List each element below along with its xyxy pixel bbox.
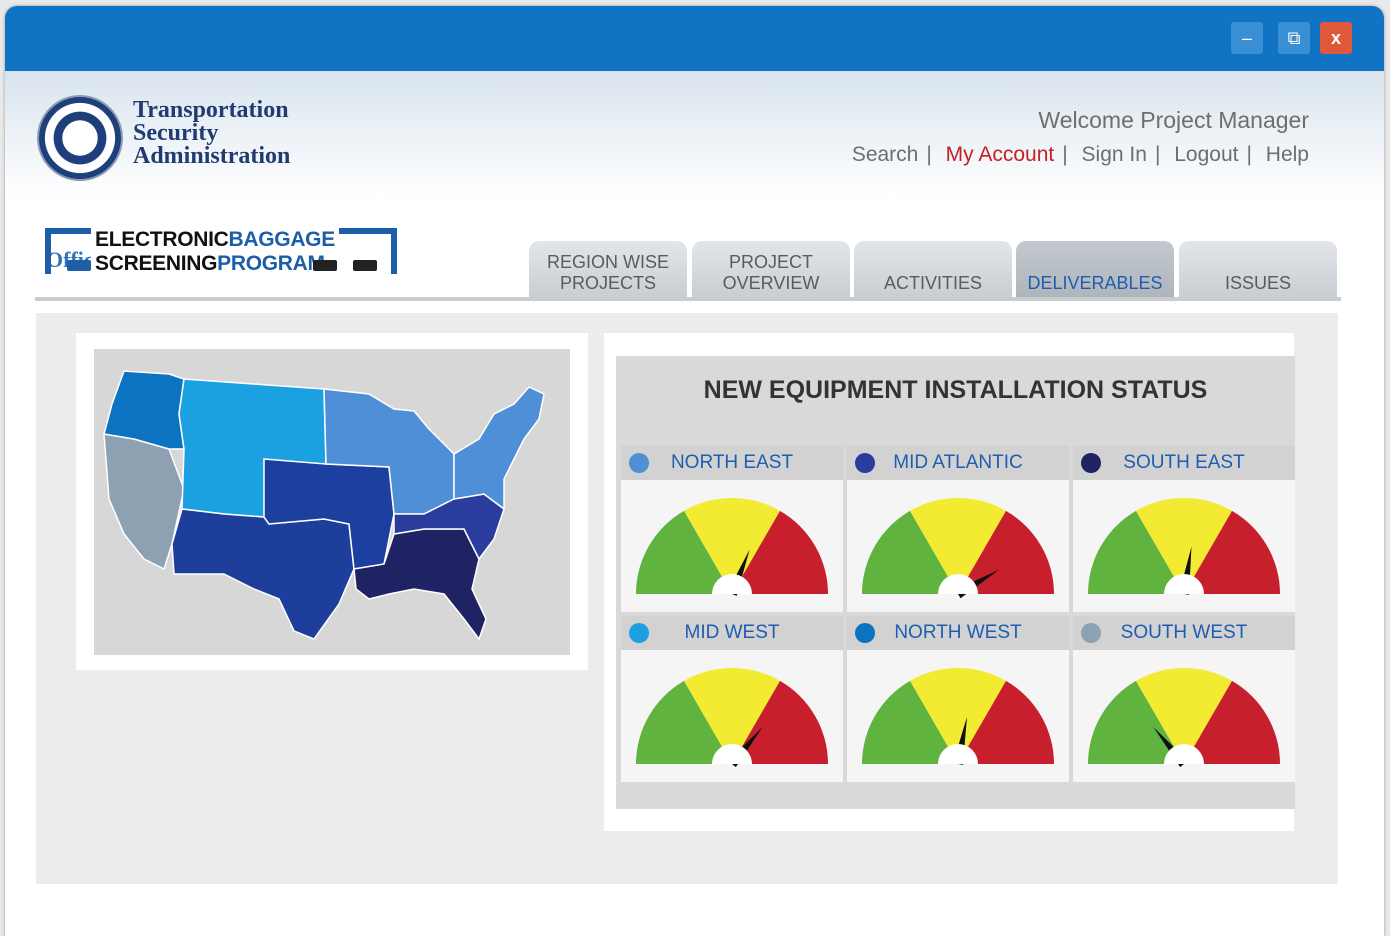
region-gauge-card[interactable]: MID WEST	[621, 616, 843, 782]
tab-issues[interactable]: ISSUES	[1179, 241, 1337, 297]
maximize-button[interactable]: ⧉	[1278, 22, 1310, 54]
tab-label: REGION WISE	[546, 252, 669, 272]
program-logo: ELECTRONICBAGGAGE SCREENINGPROGRAM	[45, 228, 397, 276]
region-gauge-header: MID WEST	[621, 616, 843, 650]
region-name: NORTH EAST	[670, 452, 794, 473]
sign-in-link[interactable]: Sign In	[1082, 143, 1147, 166]
tab-label: DELIVERABLES	[1027, 273, 1163, 293]
region-map-card	[76, 333, 588, 670]
program-word: BAGGAGE	[228, 228, 336, 251]
account-links: Search | My Account | Sign In | Logout | Hel…	[852, 143, 1309, 167]
region-name: SOUTH EAST	[1123, 452, 1245, 473]
region-gauge-header: NORTH WEST	[847, 616, 1069, 650]
installation-status-panel: NEW EQUIPMENT INSTALLATION STATUS NORTH …	[616, 356, 1295, 809]
region-gauge-card[interactable]: NORTH EAST	[621, 446, 843, 612]
region-gauge-header: NORTH EAST	[621, 446, 843, 480]
tab-region-wise-projects[interactable]: REGION WISE PROJECTS	[529, 241, 687, 297]
tab-label: PROJECTS	[559, 273, 656, 293]
region-name: MID ATLANTIC	[893, 452, 1023, 473]
status-title: NEW EQUIPMENT INSTALLATION STATUS	[703, 376, 1208, 404]
gauge-svg	[862, 498, 1054, 599]
program-line-1: ELECTRONICBAGGAGE	[91, 228, 339, 252]
region-gauge-header: SOUTH EAST	[1073, 446, 1295, 480]
tab-project-overview[interactable]: PROJECT OVERVIEW	[692, 241, 850, 297]
gauge-svg	[862, 668, 1054, 765]
dhs-seal-logo	[37, 95, 123, 181]
program-word: SCREENING	[95, 252, 218, 275]
org-name-line: Security	[133, 120, 219, 146]
program-word: ELECTRONIC	[95, 228, 229, 251]
org-name: Transportation Security Administration	[133, 97, 333, 169]
map-region-southwest[interactable]	[171, 508, 355, 640]
welcome-text: Welcome Project Manager	[1038, 107, 1309, 133]
tab-label: OVERVIEW	[722, 273, 820, 293]
org-name-line: Administration	[133, 143, 291, 169]
link-separator: |	[926, 143, 932, 166]
tab-label: ISSUES	[1224, 273, 1292, 293]
region-name: SOUTH WEST	[1120, 622, 1248, 643]
region-gauge-header: MID ATLANTIC	[847, 446, 1069, 480]
link-separator: |	[1154, 143, 1161, 166]
region-gauge-card[interactable]: SOUTH WEST	[1073, 616, 1295, 782]
tab-activities[interactable]: ACTIVITIES	[854, 241, 1012, 297]
link-separator: |	[1062, 143, 1068, 166]
title-bar: – ⧉ x	[5, 6, 1384, 71]
content-area: NEW EQUIPMENT INSTALLATION STATUS NORTH …	[36, 313, 1338, 884]
gauge-svg	[636, 668, 828, 768]
region-gauge-header: SOUTH WEST	[1073, 616, 1295, 650]
region-gauge-card[interactable]: SOUTH EAST	[1073, 446, 1295, 612]
baggage-icon	[67, 260, 91, 271]
search-link[interactable]: Search	[852, 143, 919, 166]
logout-link[interactable]: Logout	[1174, 143, 1238, 166]
gauge-svg	[636, 498, 828, 596]
us-region-map[interactable]	[94, 349, 570, 655]
program-line-2: SCREENINGPROGRAM	[91, 252, 329, 276]
link-separator: |	[1246, 143, 1252, 166]
org-name-line: Transportation	[133, 97, 289, 123]
my-account-link[interactable]: My Account	[946, 143, 1055, 166]
gauge-svg	[1088, 668, 1280, 768]
app-window: – ⧉ x Transportation Security Administra…	[5, 6, 1384, 936]
us-map-svg	[103, 370, 545, 641]
minimize-button[interactable]: –	[1231, 22, 1263, 54]
tab-label: ACTIVITIES	[883, 273, 982, 293]
tab-deliverables[interactable]: DELIVERABLES	[1016, 241, 1174, 297]
close-button[interactable]: x	[1320, 22, 1352, 54]
region-name: MID WEST	[684, 622, 780, 643]
tab-underline	[35, 297, 1341, 301]
program-word: PROGRAM	[217, 252, 325, 275]
region-gauge-card[interactable]: MID ATLANTIC	[847, 446, 1069, 612]
tab-label: PROJECT	[728, 252, 813, 272]
help-link[interactable]: Help	[1266, 143, 1309, 166]
gauge-svg	[1088, 498, 1280, 595]
region-name: NORTH WEST	[894, 622, 1022, 643]
baggage-icon	[313, 260, 337, 271]
installation-status-card: NEW EQUIPMENT INSTALLATION STATUS NORTH …	[604, 333, 1295, 831]
baggage-icon	[353, 260, 377, 271]
region-gauge-card[interactable]: NORTH WEST	[847, 616, 1069, 782]
map-region-northeast[interactable]	[453, 386, 545, 511]
